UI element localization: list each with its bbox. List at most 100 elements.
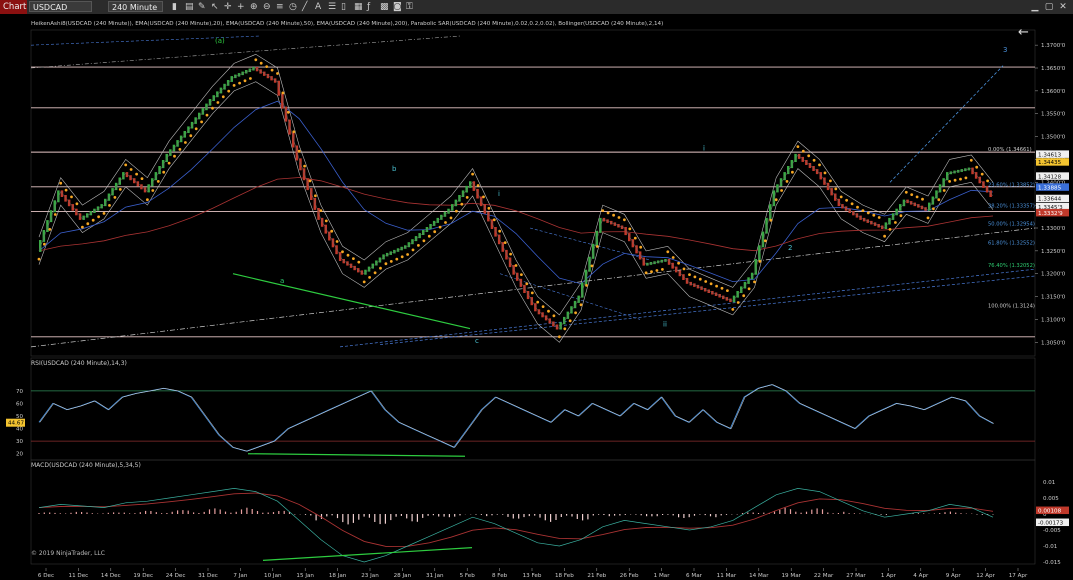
maximize-icon[interactable]: ▢ [1042, 0, 1056, 14]
copyright-text: © 2019 NinjaTrader, LLC [31, 550, 105, 557]
psar-dot [308, 179, 312, 183]
fib-level-label: 50.00% (1.32954) [988, 222, 1035, 228]
clock-icon[interactable]: ◷ [289, 0, 297, 14]
camera-icon[interactable]: ◙ [393, 0, 402, 14]
price-panel-title: HeikenAshi8(USDCAD (240 Minute)), EMA(US… [31, 21, 663, 27]
psar-dot [791, 170, 794, 174]
psar-dot [866, 211, 870, 215]
psar-dot [205, 113, 209, 117]
x-tick-label: 12 Apr [976, 573, 995, 579]
interval-selector[interactable]: 240 Minute [108, 1, 163, 12]
chart-tab[interactable]: Chart [0, 0, 27, 14]
psar-dot [167, 161, 171, 165]
zoom-in-icon[interactable]: ⊕ [250, 0, 258, 14]
chart-area[interactable]: 1.3050'0 1.3100'0 1.3150'0 1.3200'0 1.3250'0… [0, 14, 1073, 580]
psar-dot [449, 216, 453, 220]
plus-icon[interactable]: + [237, 0, 245, 14]
psar-dot [742, 294, 746, 298]
psar-dot [303, 164, 306, 168]
macd-panel-title: MACD(USDCAD (240 Minute),5,34,5) [31, 462, 141, 469]
minimize-icon[interactable]: ▁ [1028, 0, 1042, 14]
candle [104, 198, 107, 207]
psar-dot [417, 244, 420, 247]
chart-style-icon[interactable]: ▤ [185, 0, 194, 14]
psar-dot [352, 257, 355, 260]
price-tick-label: 1.3300'0 [1041, 226, 1066, 232]
psar-dot [438, 225, 442, 229]
x-tick-label: 14 Mar [749, 573, 769, 579]
psar-dot [281, 91, 285, 95]
psar-dot [427, 234, 431, 238]
pencil-icon[interactable]: ✎ [198, 0, 206, 14]
file-icon[interactable]: ▯ [341, 0, 346, 14]
psar-dot [221, 95, 225, 99]
psar-dot [249, 77, 252, 80]
psar-dot [276, 72, 279, 75]
psar-dot [698, 277, 702, 281]
psar-dot [406, 253, 409, 256]
psar-dot [558, 335, 561, 339]
cursor-icon[interactable]: ↖ [211, 0, 219, 14]
psar-dot [579, 303, 583, 307]
back-arrow-icon[interactable]: ← [1018, 25, 1029, 40]
candle [226, 80, 230, 86]
psar-dot [633, 236, 637, 240]
psar-dot [43, 242, 46, 246]
lines-icon[interactable]: ╱ [302, 0, 307, 14]
candle [837, 198, 841, 207]
psar-dot [270, 68, 274, 72]
psar-dot [503, 241, 507, 245]
properties-icon[interactable]: ≡ [276, 0, 284, 14]
crosshair-icon[interactable]: ✛ [224, 0, 232, 14]
text-icon[interactable]: A [315, 0, 321, 14]
psar-dot [64, 188, 68, 192]
psar-dot [552, 314, 556, 318]
psar-dot [455, 209, 458, 213]
price-label: 1.33644 [1038, 197, 1062, 203]
candle [736, 291, 739, 298]
psar-dot [595, 245, 599, 248]
x-tick-label: 6 Mar [686, 573, 703, 579]
psar-dot [921, 197, 924, 201]
psar-dot [492, 218, 496, 222]
psar-dot [563, 327, 567, 331]
price-tick-label: 1.3550'0 [1041, 112, 1066, 118]
instrument-selector[interactable]: USDCAD [29, 1, 92, 12]
fx-icon[interactable]: ƒ [367, 0, 370, 14]
wave-label: i [498, 190, 500, 198]
psar-dot [926, 216, 930, 220]
psar-dot [346, 253, 350, 257]
list-icon[interactable]: ☰ [328, 0, 336, 14]
psar-dot [70, 195, 73, 199]
rsi-tick-label: 40 [16, 427, 23, 433]
price-label: 1.34128 [1038, 174, 1062, 180]
lock-icon[interactable]: ⚿ [406, 0, 413, 14]
x-tick-label: 26 Feb [620, 573, 639, 579]
grid-icon[interactable]: ▩ [380, 0, 389, 14]
wave-label: b [392, 165, 397, 173]
candle [989, 190, 992, 197]
x-tick-label: 4 Apr [913, 573, 929, 579]
psar-dot [530, 291, 534, 295]
psar-dot [910, 193, 914, 197]
close-icon[interactable]: ✕ [1056, 0, 1070, 14]
psar-dot [189, 134, 193, 138]
bars-icon[interactable]: ▮ [172, 0, 177, 14]
calendar-icon[interactable]: ▦ [354, 0, 363, 14]
psar-dot [341, 250, 344, 254]
price-tick-label: 1.3700'0 [1041, 43, 1066, 49]
psar-dot [520, 273, 523, 276]
psar-dot [48, 228, 52, 231]
x-tick-label: 10 Jan [264, 573, 282, 579]
psar-dot [194, 127, 198, 131]
psar-dot [904, 190, 908, 194]
psar-dot [178, 148, 182, 151]
psar-dot [796, 145, 800, 149]
psar-dot [102, 212, 106, 215]
psar-dot [845, 198, 848, 202]
zoom-out-icon[interactable]: ⊖ [263, 0, 271, 14]
candle [555, 324, 559, 330]
psar-dot [379, 266, 382, 270]
candle [635, 245, 638, 254]
rsi-panel-title: RSI(USDCAD (240 Minute),14,3) [31, 360, 127, 367]
